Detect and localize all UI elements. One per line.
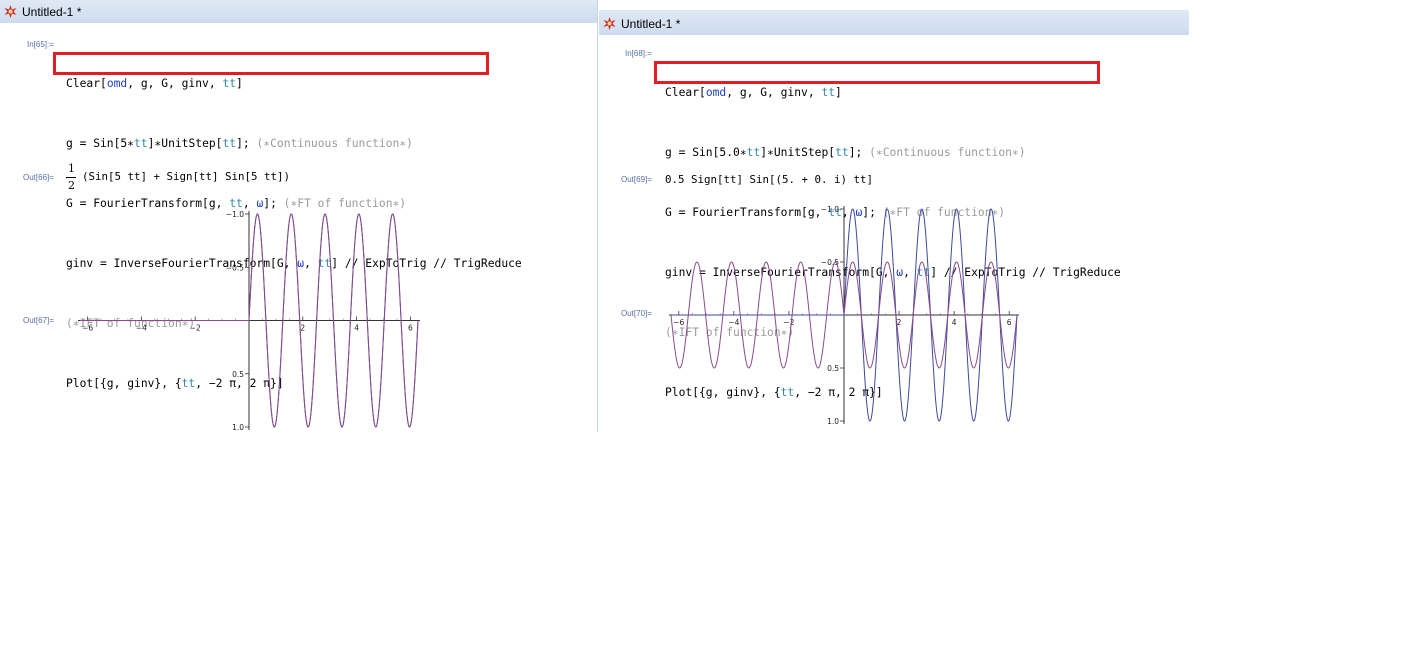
code-line-clear: Clear[omd, g, G, ginv, tt] (66, 77, 243, 90)
x-tick-label: −4 (728, 318, 739, 327)
input-label: In[65]:= (27, 40, 54, 49)
output-label: Out[66]= (23, 173, 54, 182)
x-tick-label: 2 (300, 324, 305, 333)
title-bar[interactable]: Untitled-1 * (0, 0, 597, 23)
y-tick-label: −1.0 (821, 205, 839, 214)
plot-graphic[interactable]: −6 −4 −2 2 4 61.00.5−0.5−1.0 (659, 195, 1029, 430)
y-tick-label: 0.5 (232, 370, 244, 379)
output-expression: (Sin[5 tt] + Sign[tt] Sin[5 tt]) (82, 170, 291, 183)
y-tick-label: 1.0 (232, 423, 244, 432)
y-tick-label: −1.0 (226, 210, 244, 219)
output-label: Out[67]= (23, 316, 54, 325)
fraction-bar (66, 177, 76, 178)
window-title: Untitled-1 * (621, 17, 681, 31)
y-tick-label: 1.0 (827, 417, 839, 426)
x-tick-label: 4 (354, 324, 359, 333)
mathematica-spikey-icon (4, 5, 17, 18)
fraction-numerator: 1 (68, 162, 75, 175)
code-line-g: g = Sin[5∗tt]∗UnitStep[tt]; (∗Continuous… (66, 137, 413, 150)
x-tick-label: 4 (952, 318, 957, 327)
x-tick-label: 6 (408, 324, 413, 333)
output-expression: 0.5 Sign[tt] Sin[(5. + 0. i) tt] (665, 173, 874, 186)
mathematica-spikey-icon (603, 17, 616, 30)
x-tick-label: −6 (673, 318, 684, 327)
x-tick-label: −4 (136, 324, 147, 333)
code-line-g: g = Sin[5.0∗tt]∗UnitStep[tt]; (∗Continuo… (665, 146, 1026, 159)
input-label: In[68]:= (625, 49, 652, 58)
notebook-window-right: Untitled-1 * In[68]:= Clear[omd, g, G, g… (599, 10, 1189, 432)
window-title: Untitled-1 * (22, 5, 82, 19)
fraction-denominator: 2 (68, 179, 75, 192)
highlight-box (53, 52, 489, 75)
y-tick-label: 0.5 (827, 364, 839, 373)
x-tick-label: −2 (783, 318, 794, 327)
highlight-box (654, 61, 1100, 84)
output-label: Out[70]= (621, 309, 652, 318)
plot-graphic[interactable]: −6 −4 −2 2 4 6 1.0 0.5 −0.5 −1.0 (60, 200, 430, 435)
output-label: Out[69]= (621, 175, 652, 184)
y-tick-label: −0.5 (226, 263, 244, 272)
x-tick-label: −2 (190, 324, 201, 333)
x-tick-label: 6 (1007, 318, 1012, 327)
code-line-clear: Clear[omd, g, G, ginv, tt] (665, 86, 842, 99)
notebook-window-left: Untitled-1 * In[65]:= Clear[omd, g, G, g… (0, 0, 598, 432)
title-bar[interactable]: Untitled-1 * (599, 10, 1189, 35)
x-tick-label: −6 (82, 324, 93, 333)
